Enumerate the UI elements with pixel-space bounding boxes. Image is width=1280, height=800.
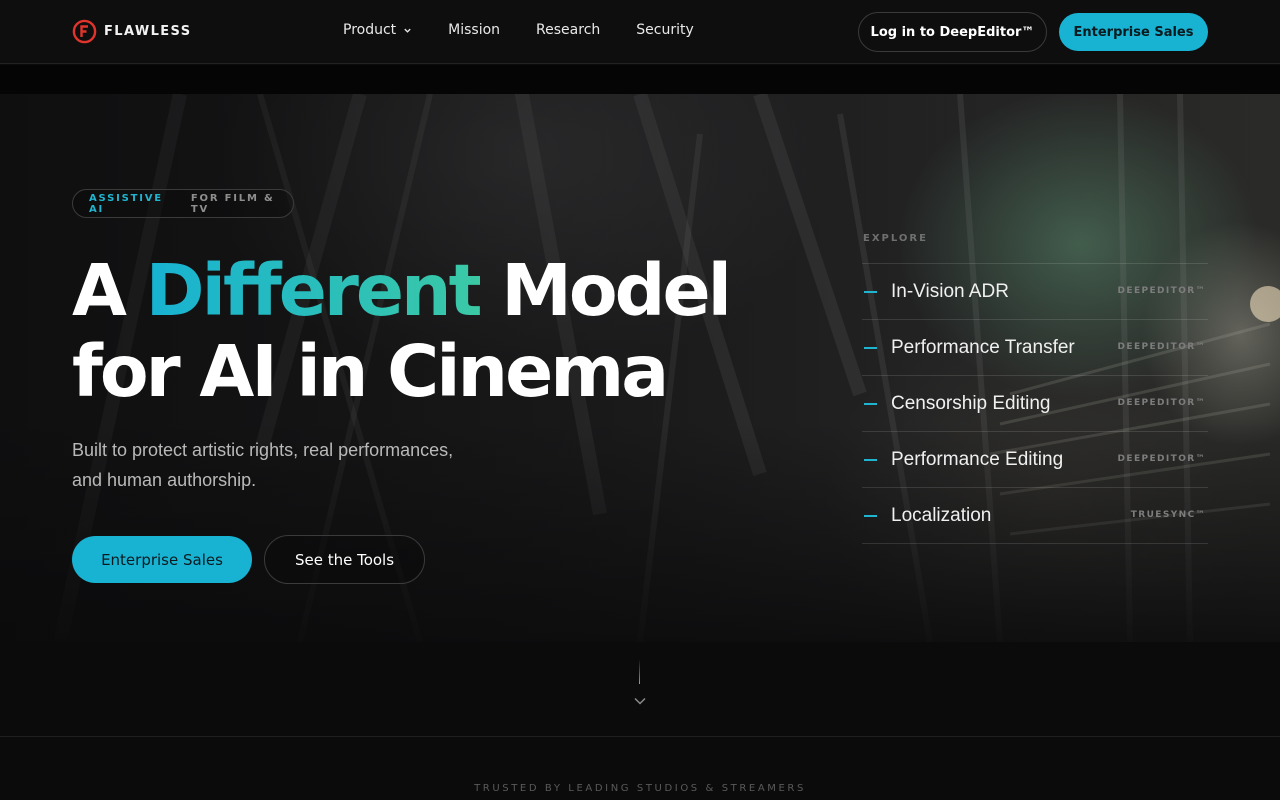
- explore-item-tag: DEEPEDITOR™: [1117, 342, 1206, 352]
- explore-item-censorship-editing[interactable]: Censorship Editing DEEPEDITOR™: [862, 376, 1208, 432]
- nav-item-label: Security: [636, 22, 694, 38]
- brand-name: FLAWLESS: [104, 24, 192, 39]
- main-nav: Product Mission Research Security: [343, 22, 730, 38]
- flawless-logo-icon: [72, 19, 97, 44]
- explore-item-title: Localization: [891, 504, 992, 526]
- headline-part1: A: [72, 249, 146, 332]
- explore-item-tag: DEEPEDITOR™: [1117, 286, 1206, 296]
- enterprise-sales-button[interactable]: Enterprise Sales: [72, 536, 252, 583]
- explore-item-in-vision-adr[interactable]: In-Vision ADR DEEPEDITOR™: [862, 264, 1208, 320]
- dash-icon: [864, 290, 877, 293]
- nav-item-security[interactable]: Security: [636, 22, 694, 38]
- explore-item-tag: TRUESYNC™: [1130, 510, 1206, 520]
- explore-item-tag: DEEPEDITOR™: [1117, 454, 1206, 464]
- headline-highlight: Different: [145, 249, 483, 332]
- explore-list: In-Vision ADR DEEPEDITOR™ Performance Tr…: [862, 263, 1208, 544]
- explore-item-title: Performance Editing: [891, 448, 1064, 470]
- header-strip: [0, 65, 1280, 94]
- hero-headline: A Different Model for AI in Cinema: [72, 249, 732, 413]
- trusted-by-label: TRUSTED BY LEADING STUDIOS & STREAMERS: [474, 783, 806, 794]
- headline-line2: for AI in Cinema: [72, 330, 669, 413]
- explore-item-title: In-Vision ADR: [891, 280, 1009, 302]
- explore-item-tag: DEEPEDITOR™: [1117, 398, 1206, 408]
- section-divider: [0, 736, 1280, 737]
- scroll-down-chevron-icon[interactable]: [633, 694, 647, 708]
- explore-item-performance-editing[interactable]: Performance Editing DEEPEDITOR™: [862, 432, 1208, 488]
- nav-item-label: Mission: [448, 22, 501, 38]
- category-pill: ASSISTIVE AI FOR FILM & TV: [72, 189, 294, 218]
- nav-item-mission[interactable]: Mission: [448, 22, 500, 38]
- dash-icon: [864, 346, 877, 349]
- hero-subtitle: Built to protect artistic rights, real p…: [72, 435, 542, 495]
- login-button[interactable]: Log in to DeepEditor™: [858, 12, 1047, 52]
- subtitle-line1: Built to protect artistic rights, real p…: [72, 440, 454, 460]
- explore-label: EXPLORE: [863, 233, 928, 244]
- explore-item-title: Censorship Editing: [891, 392, 1051, 414]
- scroll-indicator-line: [639, 660, 640, 684]
- explore-item-localization[interactable]: Localization TRUESYNC™: [862, 488, 1208, 544]
- nav-item-label: Product: [343, 22, 397, 38]
- nav-item-product[interactable]: Product: [343, 22, 412, 38]
- enterprise-sales-header-button[interactable]: Enterprise Sales: [1059, 13, 1208, 51]
- nav-item-label: Research: [536, 22, 601, 38]
- top-navigation-bar: FLAWLESS Product Mission Research Securi…: [0, 0, 1280, 64]
- dash-icon: [864, 514, 877, 517]
- see-tools-button[interactable]: See the Tools: [264, 535, 425, 584]
- dash-icon: [864, 458, 877, 461]
- headline-part2: Model: [479, 249, 732, 332]
- nav-item-research[interactable]: Research: [536, 22, 600, 38]
- pill-secondary-text: FOR FILM & TV: [190, 192, 275, 215]
- explore-item-title: Performance Transfer: [891, 336, 1075, 358]
- brand-logo[interactable]: FLAWLESS: [72, 19, 192, 44]
- chevron-down-icon: [404, 28, 411, 33]
- subtitle-line2: and human authorship.: [72, 470, 257, 490]
- pill-primary-text: ASSISTIVE AI: [89, 192, 163, 215]
- explore-item-performance-transfer[interactable]: Performance Transfer DEEPEDITOR™: [862, 320, 1208, 376]
- dash-icon: [864, 402, 877, 405]
